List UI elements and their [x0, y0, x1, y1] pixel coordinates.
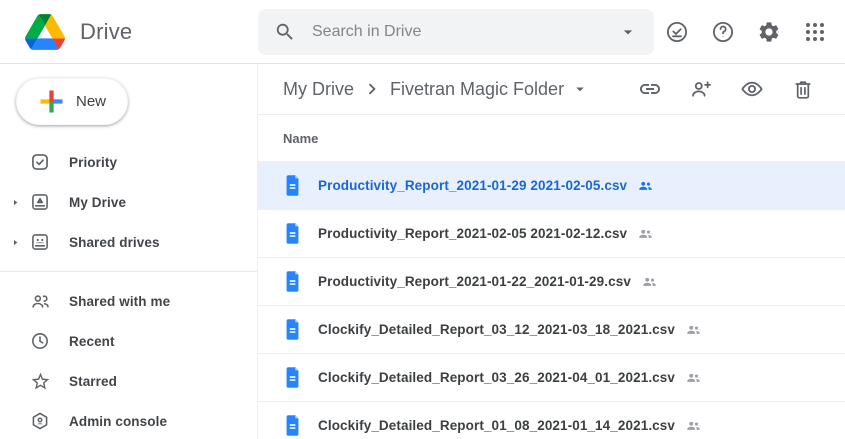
expand-arrow-icon[interactable] [0, 238, 30, 247]
sidebar-item-shared-drives[interactable]: Shared drives [0, 222, 257, 262]
table-row[interactable]: Clockify_Detailed_Report_01_08_2021-01_1… [258, 402, 845, 439]
shared-people-icon [685, 417, 702, 434]
sidebar-divider [0, 271, 257, 272]
table-row[interactable]: Clockify_Detailed_Report_03_12_2021-03_1… [258, 306, 845, 354]
search-icon[interactable] [274, 21, 296, 43]
column-header-name[interactable]: Name [258, 115, 845, 162]
sidebar-item-starred[interactable]: Starred [0, 361, 257, 401]
breadcrumb-toolbar: My Drive Fivetran Magic Folder [258, 64, 845, 115]
file-name: Clockify_Detailed_Report_03_26_2021-04_0… [318, 370, 675, 385]
drive-brand[interactable]: Drive [0, 14, 258, 50]
search-options-caret-icon[interactable] [618, 22, 638, 42]
file-name: Productivity_Report_2021-01-22_2021-01-2… [318, 274, 631, 289]
csv-file-icon [283, 174, 302, 197]
sidebar-item-priority[interactable]: Priority [0, 142, 257, 182]
sidebar-nav: Priority My Drive Shared drives [0, 142, 257, 439]
offline-status-icon[interactable] [665, 20, 689, 44]
settings-gear-icon[interactable] [757, 20, 781, 44]
csv-file-icon [283, 270, 302, 293]
sidebar-item-recent[interactable]: Recent [0, 321, 257, 361]
shared-people-icon [637, 177, 654, 194]
sidebar-item-shared-with-me[interactable]: Shared with me [0, 281, 257, 321]
admin-console-icon [30, 411, 50, 431]
table-row[interactable]: Productivity_Report_2021-01-29 2021-02-0… [258, 162, 845, 210]
table-row[interactable]: Productivity_Report_2021-01-22_2021-01-2… [258, 258, 845, 306]
my-drive-icon [30, 192, 50, 212]
csv-file-icon [283, 414, 302, 437]
star-icon [30, 371, 50, 391]
header-actions [665, 20, 845, 44]
sidebar: New Priority My Drive [0, 64, 258, 439]
shared-with-me-icon [30, 291, 50, 311]
file-name: Clockify_Detailed_Report_03_12_2021-03_1… [318, 322, 675, 337]
file-name: Productivity_Report_2021-01-29 2021-02-0… [318, 178, 627, 193]
file-actions-toolbar [638, 77, 820, 101]
add-person-icon[interactable] [689, 77, 713, 101]
table-row[interactable]: Productivity_Report_2021-02-05 2021-02-1… [258, 210, 845, 258]
new-button[interactable]: New [16, 78, 128, 125]
breadcrumb-my-drive[interactable]: My Drive [283, 79, 354, 100]
help-icon[interactable] [711, 20, 735, 44]
shared-people-icon [637, 225, 654, 242]
trash-icon[interactable] [791, 77, 815, 101]
preview-eye-icon[interactable] [740, 77, 764, 101]
table-row[interactable]: Clockify_Detailed_Report_03_26_2021-04_0… [258, 354, 845, 402]
file-name: Productivity_Report_2021-02-05 2021-02-1… [318, 226, 627, 241]
csv-file-icon [283, 366, 302, 389]
csv-file-icon [283, 222, 302, 245]
recent-clock-icon [30, 331, 50, 351]
link-icon[interactable] [638, 77, 662, 101]
new-button-label: New [76, 93, 106, 110]
file-name: Clockify_Detailed_Report_01_08_2021-01_1… [318, 418, 675, 433]
chevron-right-icon [361, 78, 383, 100]
sidebar-item-my-drive[interactable]: My Drive [0, 182, 257, 222]
content-area: My Drive Fivetran Magic Folder [258, 64, 845, 439]
search-bar[interactable] [258, 9, 654, 55]
sidebar-item-admin-console[interactable]: Admin console [0, 401, 257, 439]
csv-file-icon [283, 318, 302, 341]
app-title: Drive [80, 19, 132, 45]
top-header: Drive [0, 0, 845, 64]
shared-people-icon [641, 273, 658, 290]
plus-icon [38, 88, 65, 115]
expand-arrow-icon[interactable] [0, 198, 30, 207]
breadcrumb-current-folder[interactable]: Fivetran Magic Folder [390, 79, 589, 100]
priority-icon [30, 152, 50, 172]
drive-logo-icon [25, 14, 65, 50]
shared-drives-icon [30, 232, 50, 252]
shared-people-icon [685, 369, 702, 386]
search-input[interactable] [300, 23, 614, 41]
apps-grid-icon[interactable] [803, 20, 827, 44]
folder-menu-caret-icon[interactable] [571, 80, 589, 98]
shared-people-icon [685, 321, 702, 338]
